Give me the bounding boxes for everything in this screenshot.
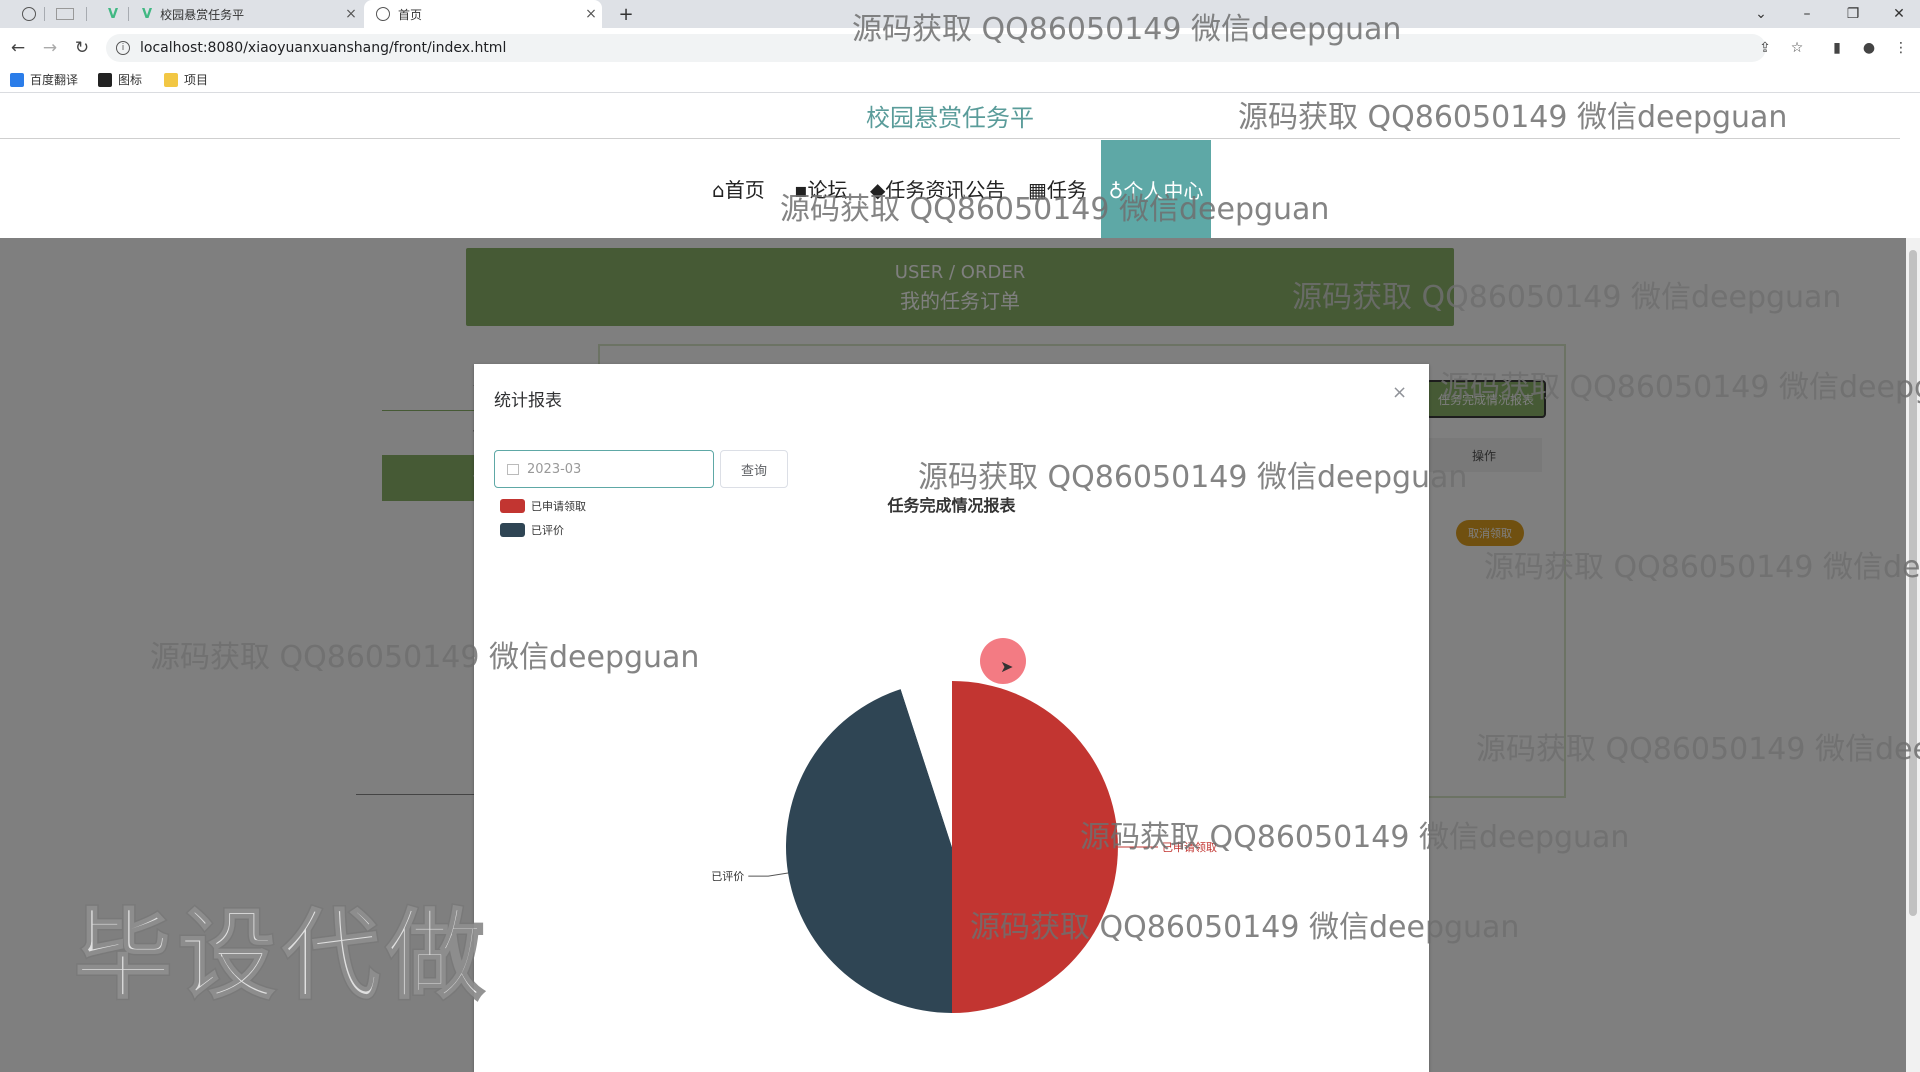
icon-library-icon (98, 72, 112, 87)
bookmark-icons[interactable]: 图标 (98, 71, 142, 88)
tab-2[interactable] (46, 0, 84, 28)
address-bar: ← → ↻ i localhost:8080/xiaoyuanxuanshang… (0, 28, 1920, 68)
bookmark-baidu-translate[interactable]: 百度翻译 (10, 71, 78, 88)
vue-icon: V (142, 6, 153, 22)
bookmarks-bar: 百度翻译 图标 项目 (0, 68, 1920, 93)
nav-tasks[interactable]: ▦任务 (1028, 174, 1087, 203)
url-omnibox[interactable]: i localhost:8080/xiaoyuanxuanshang/front… (106, 34, 1766, 62)
tab-5-active[interactable]: 首页 × (364, 0, 602, 28)
bookmark-label: 图标 (118, 73, 143, 87)
tab-list-chevron-icon[interactable]: ⌄ (1738, 0, 1784, 28)
pie-slice[interactable] (952, 681, 1118, 1013)
pie-label: 已申请领取 (1162, 841, 1217, 854)
minimize-icon[interactable]: – (1784, 0, 1830, 28)
bookmark-star-icon[interactable]: ☆ (1786, 37, 1808, 59)
nav-announcements[interactable]: ◆任务资讯公告 (870, 174, 1005, 203)
bookmark-label: 百度翻译 (30, 73, 79, 87)
tab-5-label: 首页 (398, 7, 423, 22)
side-panel-icon[interactable]: ▮ (1826, 37, 1848, 59)
browser-menu-icon[interactable]: ⋮ (1890, 37, 1912, 59)
tab-separator (86, 7, 87, 21)
nav-forum[interactable]: ▪论坛 (794, 174, 848, 203)
close-icon[interactable]: × (340, 6, 362, 22)
pie-label: 已评价 (711, 870, 744, 883)
main-nav: ⌂首页 ▪论坛 ◆任务资讯公告 ▦任务 ♁个人中心 (0, 140, 1920, 238)
tab-4-label: 校园悬赏任务平 (160, 7, 245, 22)
url-text[interactable]: localhost:8080/xiaoyuanxuanshang/front/i… (140, 40, 506, 56)
globe-icon (376, 7, 390, 21)
browser-tab-bar: V V 校园悬赏任务平 × 首页 × + ⌄ – ❐ ✕ (0, 0, 1920, 28)
back-arrow-icon[interactable]: ← (6, 36, 30, 60)
tab-1[interactable] (4, 0, 42, 28)
statistics-report-dialog: 统计报表 × 2023-03 查询 已申请领取 已评价 任务完成情况报表 已申请… (474, 364, 1429, 1072)
page-scrollbar-thumb[interactable] (1909, 250, 1917, 916)
bookmark-projects[interactable]: 项目 (164, 71, 208, 88)
tab-4[interactable]: V 校园悬赏任务平 × (130, 0, 362, 28)
mouse-cursor-icon: ➤ (1000, 657, 1014, 676)
bookmark-label: 项目 (184, 73, 209, 87)
profile-avatar-icon[interactable]: ● (1858, 37, 1880, 59)
nav-user-center[interactable]: ♁个人中心 (1101, 140, 1211, 238)
header-divider (0, 138, 1900, 139)
forward-arrow-icon[interactable]: → (38, 36, 62, 60)
reload-icon[interactable]: ↻ (70, 36, 94, 60)
share-icon[interactable]: ⇪ (1754, 37, 1776, 59)
site-title: 校园悬赏任务平 (866, 104, 1034, 132)
tab-separator (44, 7, 45, 21)
pie-label-line (748, 872, 789, 877)
vue-icon: V (107, 6, 119, 22)
new-tab-button[interactable]: + (612, 0, 640, 28)
globe-icon (22, 7, 36, 21)
pie-chart: 已申请领取已评价 (711, 681, 1217, 1013)
blank-page-icon (56, 8, 74, 20)
watermark-big: 毕设代做 (72, 898, 491, 1015)
tab-3[interactable]: V (88, 0, 126, 28)
close-icon[interactable]: × (580, 6, 602, 22)
restore-icon[interactable]: ❐ (1830, 0, 1876, 28)
site-info-icon[interactable]: i (116, 41, 130, 55)
folder-icon (164, 72, 178, 87)
nav-home[interactable]: ⌂首页 (712, 174, 765, 203)
tab-separator (128, 7, 129, 21)
translate-icon (10, 72, 24, 87)
window-close-icon[interactable]: ✕ (1876, 0, 1920, 28)
